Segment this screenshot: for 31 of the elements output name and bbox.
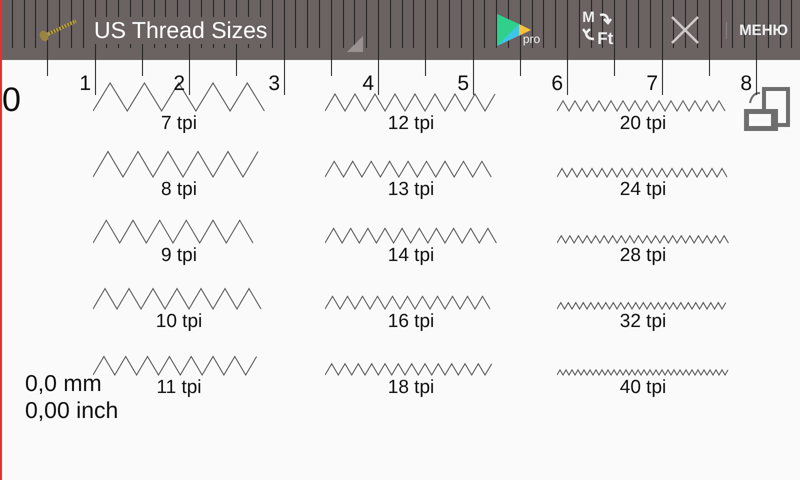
thread-size-label[interactable]: 18 tpi [388,376,434,400]
metric-reading: 0,0 mm [25,370,103,397]
inch-reading: 0,00 inch [25,397,118,424]
thread-size-label[interactable]: 32 tpi [620,310,666,334]
ruler-reading: 0 [2,80,21,120]
ruler-number: 4 [362,72,374,96]
unit-swap-button[interactable]: M Ft [580,10,620,50]
thread-size-label[interactable]: 12 tpi [388,112,434,136]
thread-size-label[interactable]: 14 tpi [388,244,434,268]
thread-size-label[interactable]: 8 tpi [161,178,197,202]
ruler-number: 8 [740,72,752,96]
ruler-number: 5 [457,72,469,96]
close-icon[interactable] [670,15,700,45]
ruler-number: 6 [551,72,563,96]
thread-size-label[interactable]: 11 tpi [156,376,202,400]
ruler-number: 1 [79,72,91,96]
dropdown-corner-icon[interactable] [347,36,364,52]
ruler-number: 7 [646,72,658,96]
thread-size-label[interactable]: 24 tpi [620,178,666,202]
thread-size-label[interactable]: 20 tpi [620,112,666,136]
screw-icon[interactable] [38,18,78,42]
thread-size-label[interactable]: 7 tpi [161,112,197,136]
thread-size-label[interactable]: 13 tpi [388,178,434,202]
thread-size-label[interactable]: 16 tpi [388,310,434,334]
thread-size-label[interactable]: 9 tpi [161,244,197,268]
thread-size-label[interactable]: 40 tpi [620,376,666,400]
app-title: US Thread Sizes [92,16,270,44]
menu-button[interactable]: МЕНЮ [726,22,800,38]
thread-size-label[interactable]: 28 tpi [620,244,666,268]
thread-size-label[interactable]: 10 tpi [156,310,202,334]
ruler-number: 3 [268,72,280,96]
